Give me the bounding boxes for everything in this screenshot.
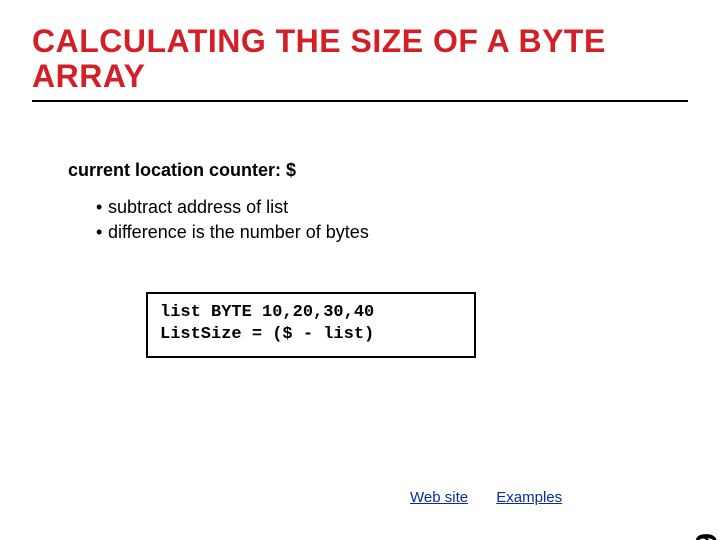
bullet-text: subtract address of list — [108, 195, 288, 219]
code-line: list BYTE 10,20,30,40 — [160, 303, 374, 322]
title-rule — [32, 100, 688, 102]
bullet-item: • difference is the number of bytes — [96, 220, 688, 244]
slide-body: current location counter: $ • subtract a… — [32, 160, 688, 358]
code-box: list BYTE 10,20,30,40 ListSize = ($ - li… — [146, 292, 476, 358]
lead-text: current location counter: $ — [68, 160, 688, 181]
examples-link[interactable]: Examples — [496, 489, 562, 506]
bullet-dot: • — [96, 195, 108, 219]
website-link[interactable]: Web site — [410, 489, 468, 506]
page-number: 49 — [690, 532, 720, 540]
slide: CALCULATING THE SIZE OF A BYTE ARRAY cur… — [0, 0, 720, 540]
bullet-list: • subtract address of list • difference … — [96, 195, 688, 244]
code-line: ListSize = ($ - list) — [160, 325, 374, 344]
bullet-item: • subtract address of list — [96, 195, 688, 219]
footer-links: Web site Examples — [410, 489, 586, 506]
bullet-dot: • — [96, 220, 108, 244]
slide-title: CALCULATING THE SIZE OF A BYTE ARRAY — [32, 24, 688, 94]
bullet-text: difference is the number of bytes — [108, 220, 369, 244]
